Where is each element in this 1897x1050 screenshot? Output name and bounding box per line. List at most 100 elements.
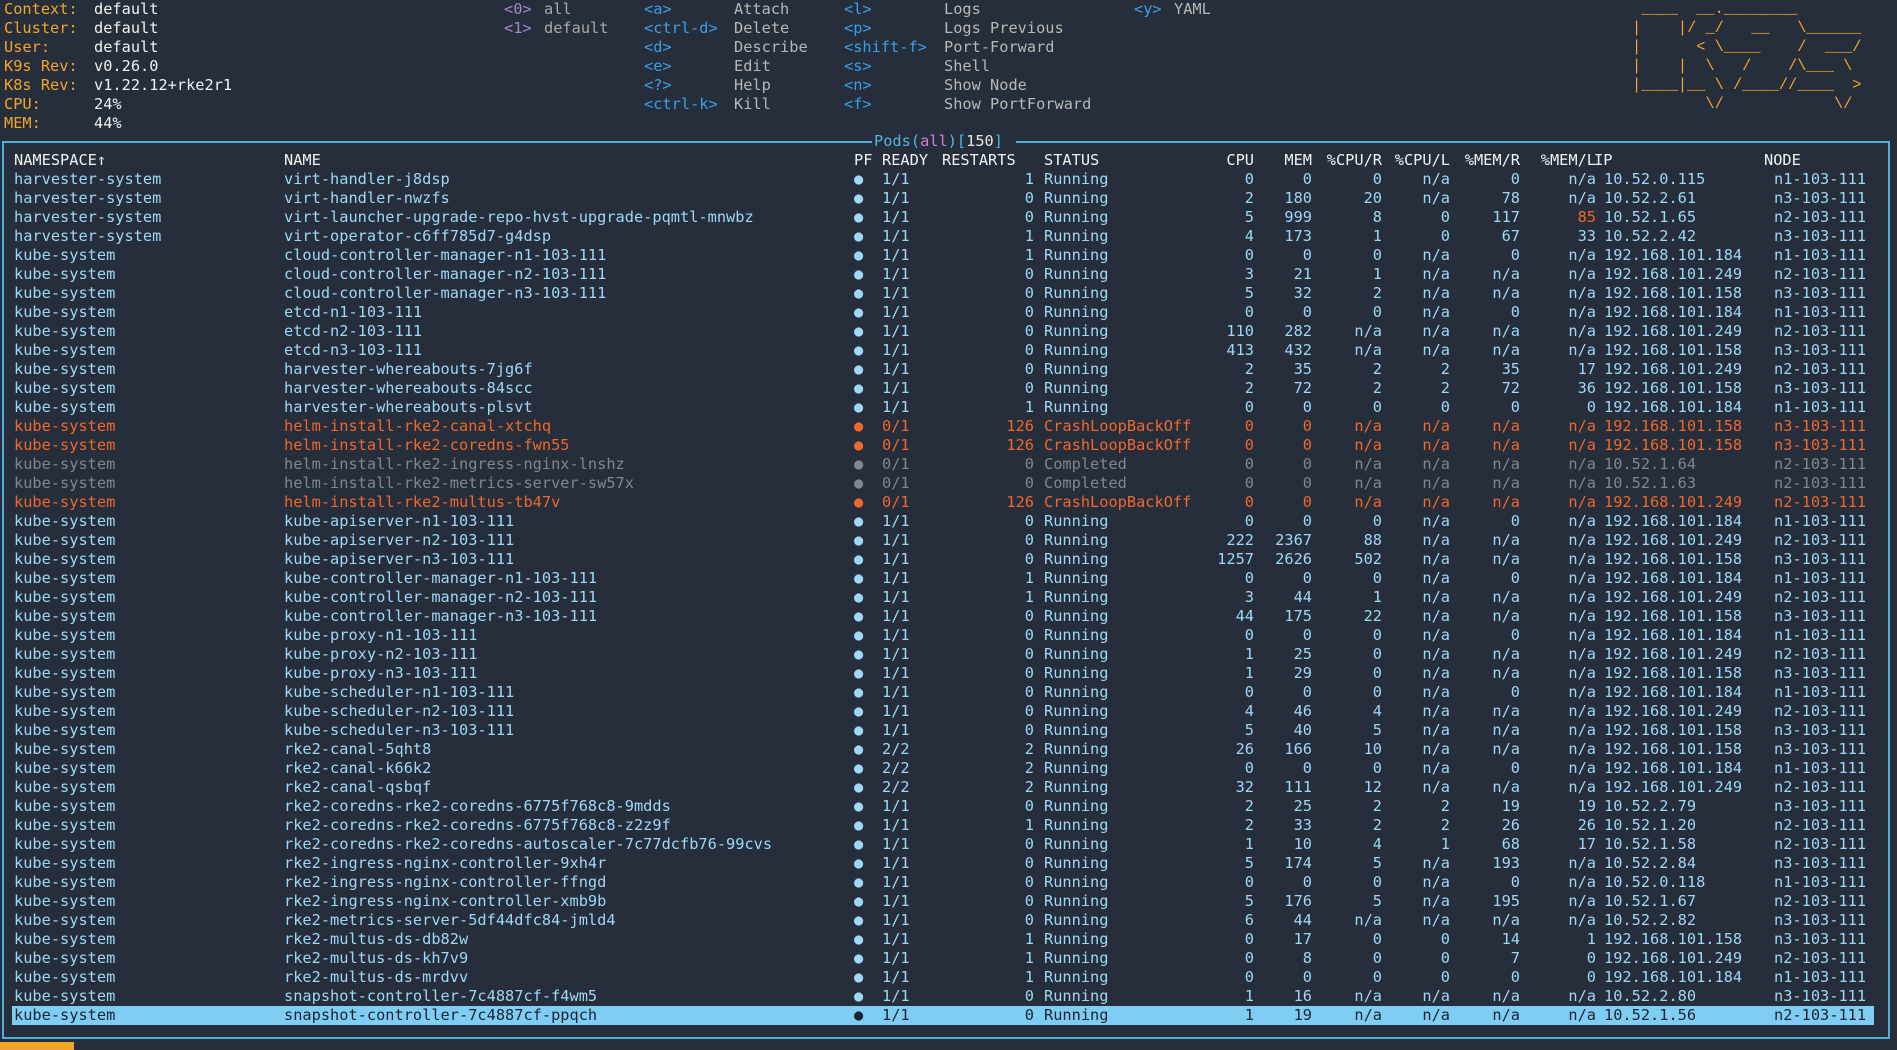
- namespace-shortcut-key[interactable]: <0>: [504, 0, 532, 19]
- shortcut-label[interactable]: Delete: [734, 19, 789, 38]
- table-row[interactable]: kube-system kube-apiserver-n1-103-111 ● 1/1…: [12, 512, 1874, 531]
- table-row[interactable]: kube-system kube-apiserver-n2-103-111 ● 1/1…: [12, 531, 1874, 550]
- shortcut-key[interactable]: <ctrl-k>: [644, 95, 718, 114]
- table-row[interactable]: kube-system cloud-controller-manager-n2-1…: [12, 265, 1874, 284]
- col-mem-r[interactable]: %MEM/R: [1454, 151, 1520, 170]
- table-row[interactable]: kube-system rke2-multus-ds-kh7v9 ● 1/1 1 Runn…: [12, 949, 1874, 968]
- shortcut-label[interactable]: Describe: [734, 38, 808, 57]
- table-row[interactable]: kube-system rke2-ingress-nginx-controller…: [12, 873, 1874, 892]
- table-row[interactable]: kube-system rke2-canal-qsbqf ● 2/2 2 Running 3…: [12, 778, 1874, 797]
- table-row[interactable]: kube-system kube-controller-manager-n3-10…: [12, 607, 1874, 626]
- shortcut-label[interactable]: Show Node: [944, 76, 1027, 95]
- table-row[interactable]: kube-system rke2-coredns-rke2-coredns-aut…: [12, 835, 1874, 854]
- shortcut-key[interactable]: <y>: [1134, 0, 1162, 19]
- shortcut-key[interactable]: <?>: [644, 76, 672, 95]
- shortcut-label[interactable]: Kill: [734, 95, 771, 114]
- shortcut-key[interactable]: <n>: [844, 76, 872, 95]
- cell-mem: 0: [1302, 759, 1312, 777]
- col-mem[interactable]: MEM: [1258, 151, 1312, 170]
- table-row[interactable]: kube-system kube-proxy-n3-103-111 ● 1/1 0 Run…: [12, 664, 1874, 683]
- table-row[interactable]: kube-system harvester-whereabouts-plsvt ● 1…: [12, 398, 1874, 417]
- table-row[interactable]: kube-system helm-install-rke2-coredns-fwn…: [12, 436, 1874, 455]
- col-cpu-l[interactable]: %CPU/L: [1386, 151, 1450, 170]
- table-row[interactable]: kube-system kube-scheduler-n1-103-111 ● 1/1…: [12, 683, 1874, 702]
- cell-status: Running: [1044, 702, 1109, 720]
- table-row[interactable]: kube-system harvester-whereabouts-7jg6f ● 1…: [12, 360, 1874, 379]
- table-row[interactable]: kube-system harvester-whereabouts-84scc ● 1…: [12, 379, 1874, 398]
- cell-cpu-r: 5: [1372, 892, 1382, 910]
- cell-cpu: 5: [1244, 892, 1254, 910]
- table-row[interactable]: kube-system helm-install-rke2-metrics-ser…: [12, 474, 1874, 493]
- table-row[interactable]: kube-system etcd-n1-103-111 ● 1/1 0 Running 0 0…: [12, 303, 1874, 322]
- table-row[interactable]: kube-system kube-scheduler-n3-103-111 ● 1/1…: [12, 721, 1874, 740]
- table-row[interactable]: kube-system helm-install-rke2-canal-xtchq…: [12, 417, 1874, 436]
- col-status[interactable]: STATUS: [1044, 151, 1099, 170]
- shortcut-label[interactable]: Edit: [734, 57, 771, 76]
- col-cpu-r[interactable]: %CPU/R: [1318, 151, 1382, 170]
- shortcut-key[interactable]: <s>: [844, 57, 872, 76]
- cell-mem-r: n/a: [1492, 778, 1520, 796]
- table-row[interactable]: kube-system rke2-multus-ds-db82w ● 1/1 1 Runn…: [12, 930, 1874, 949]
- col-ip[interactable]: IP: [1594, 151, 1612, 170]
- table-row[interactable]: kube-system rke2-coredns-rke2-coredns-677…: [12, 797, 1874, 816]
- shortcut-key[interactable]: <f>: [844, 95, 872, 114]
- table-row[interactable]: kube-system cloud-controller-manager-n1-1…: [12, 246, 1874, 265]
- table-row[interactable]: kube-system etcd-n2-103-111 ● 1/1 0 Running 11…: [12, 322, 1874, 341]
- col-ready[interactable]: READY: [882, 151, 928, 170]
- table-row[interactable]: kube-system kube-proxy-n1-103-111 ● 1/1 0 Run…: [12, 626, 1874, 645]
- shortcut-key[interactable]: <d>: [644, 38, 672, 57]
- shortcut-label[interactable]: YAML: [1174, 0, 1211, 19]
- cell-mem: 0: [1302, 968, 1312, 986]
- namespace-shortcut-key[interactable]: <1>: [504, 19, 532, 38]
- col-mem-l[interactable]: %MEM/L: [1524, 151, 1596, 170]
- shortcut-label[interactable]: Logs Previous: [944, 19, 1064, 38]
- col-namespace[interactable]: NAMESPACE↑: [14, 151, 106, 170]
- shortcut-label[interactable]: Help: [734, 76, 771, 95]
- breadcrumb[interactable]: [0, 1042, 74, 1050]
- shortcut-key[interactable]: <a>: [644, 0, 672, 19]
- table-row[interactable]: kube-system helm-install-rke2-ingress-ngi…: [12, 455, 1874, 474]
- table-row[interactable]: kube-system helm-install-rke2-multus-tb47…: [12, 493, 1874, 512]
- shortcut-key[interactable]: <ctrl-d>: [644, 19, 718, 38]
- namespace-shortcut-label[interactable]: default: [544, 19, 608, 38]
- table-row[interactable]: kube-system rke2-canal-5qht8 ● 2/2 2 Running 2…: [12, 740, 1874, 759]
- col-cpu[interactable]: CPU: [1172, 151, 1254, 170]
- table-row[interactable]: kube-system rke2-metrics-server-5df44dfc8…: [12, 911, 1874, 930]
- table-row[interactable]: kube-system snapshot-controller-7c4887cf-…: [12, 1006, 1874, 1025]
- shortcut-label[interactable]: Port-Forward: [944, 38, 1055, 57]
- table-row[interactable]: harvester-system virt-handler-nwzfs ● 1/1 0 R…: [12, 189, 1874, 208]
- shortcut-label[interactable]: Attach: [734, 0, 789, 19]
- shortcut-label[interactable]: Logs: [944, 0, 981, 19]
- col-restarts[interactable]: RESTARTS: [942, 151, 1016, 170]
- cell-namespace: kube-system: [14, 645, 116, 663]
- table-row[interactable]: kube-system rke2-multus-ds-mrdvv ● 1/1 1 Runn…: [12, 968, 1874, 987]
- namespace-shortcut-label[interactable]: all: [544, 0, 572, 19]
- table-row[interactable]: kube-system rke2-coredns-rke2-coredns-677…: [12, 816, 1874, 835]
- table-row[interactable]: harvester-system virt-operator-c6ff785d7-…: [12, 227, 1874, 246]
- col-name[interactable]: NAME: [284, 151, 321, 170]
- table-row[interactable]: kube-system rke2-ingress-nginx-controller…: [12, 892, 1874, 911]
- shortcut-key[interactable]: <p>: [844, 19, 872, 38]
- table-row[interactable]: kube-system rke2-canal-k66k2 ● 2/2 2 Running 0…: [12, 759, 1874, 778]
- shortcut-key[interactable]: <l>: [844, 0, 872, 19]
- cell-mem-r: 0: [1510, 512, 1520, 530]
- table-row[interactable]: kube-system rke2-ingress-nginx-controller…: [12, 854, 1874, 873]
- col-node[interactable]: NODE: [1764, 151, 1801, 170]
- table-row[interactable]: kube-system kube-proxy-n2-103-111 ● 1/1 0 Run…: [12, 645, 1874, 664]
- table-row[interactable]: kube-system snapshot-controller-7c4887cf-…: [12, 987, 1874, 1006]
- table-row[interactable]: kube-system cloud-controller-manager-n3-1…: [12, 284, 1874, 303]
- shortcut-label[interactable]: Show PortForward: [944, 95, 1091, 114]
- cell-name: helm-install-rke2-multus-tb47v: [284, 493, 561, 511]
- table-row[interactable]: kube-system etcd-n3-103-111 ● 1/1 0 Running 41…: [12, 341, 1874, 360]
- table-row[interactable]: kube-system kube-controller-manager-n1-10…: [12, 569, 1874, 588]
- table-row[interactable]: kube-system kube-controller-manager-n2-10…: [12, 588, 1874, 607]
- col-pf[interactable]: PF: [854, 151, 872, 170]
- shortcut-label[interactable]: Shell: [944, 57, 990, 76]
- cell-cpu: 4: [1244, 702, 1254, 720]
- table-row[interactable]: kube-system kube-scheduler-n2-103-111 ● 1/1…: [12, 702, 1874, 721]
- shortcut-key[interactable]: <e>: [644, 57, 672, 76]
- table-row[interactable]: kube-system kube-apiserver-n3-103-111 ● 1/1…: [12, 550, 1874, 569]
- shortcut-key[interactable]: <shift-f>: [844, 38, 927, 57]
- table-row[interactable]: harvester-system virt-launcher-upgrade-re…: [12, 208, 1874, 227]
- table-row[interactable]: harvester-system virt-handler-j8dsp ● 1/1 1 R…: [12, 170, 1874, 189]
